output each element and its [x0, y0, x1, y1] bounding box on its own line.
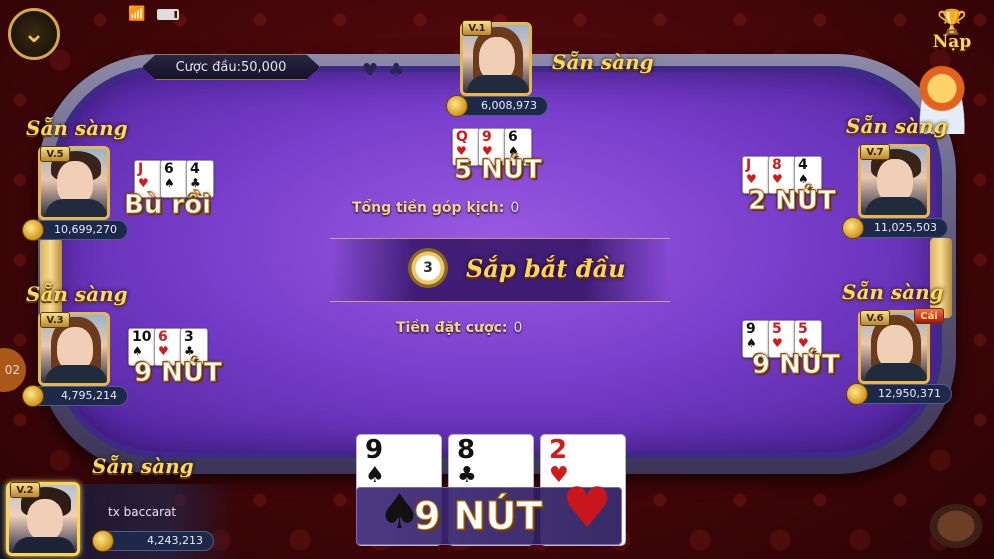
suits-decoration-icon: ♥♣: [362, 60, 415, 81]
player-left-upper-ready-label: Sẵn sàng: [26, 116, 128, 140]
my-result: 9 NÚT: [413, 494, 543, 539]
coin-icon: [92, 530, 114, 552]
deposit-button[interactable]: 🏆 Nạp: [922, 8, 982, 52]
chip-decoration-icon: [926, 501, 986, 551]
card-rank: 9: [482, 129, 492, 145]
my-ready-label: Sẵn sàng: [92, 454, 194, 478]
player-left-lower-result: 9 NÚT: [134, 358, 223, 389]
card-rank: 2: [549, 435, 568, 465]
pot-total-value: 0: [510, 200, 520, 216]
card-suit-icon: ♣: [184, 344, 195, 358]
bet-total: Tiền đặt cược: 0: [396, 320, 522, 336]
player-right-lower-result: 9 NÚT: [752, 350, 841, 381]
player-right-lower-vip-badge: V.6: [860, 310, 890, 326]
card-rank: 5: [798, 321, 808, 337]
card-suit-icon: ♠: [798, 172, 809, 186]
card-suit-icon: ♥: [138, 176, 149, 190]
status-bar: 📶: [128, 6, 180, 22]
player-right-upper-ready-label: Sẵn sàng: [846, 114, 948, 138]
heart-icon: ♥: [562, 476, 613, 541]
pot-total: Tổng tiền góp kịch: 0: [352, 200, 519, 216]
wifi-icon: 📶: [128, 6, 146, 22]
card-suit-icon: ♥: [158, 344, 169, 358]
bet-total-label: Tiền đặt cược:: [396, 320, 508, 336]
card-suit-icon: ♠: [132, 344, 143, 358]
player-left-lower-ready-label: Sẵn sàng: [26, 282, 128, 306]
player-right-upper-result: 2 NÚT: [748, 186, 837, 217]
pot-total-label: Tổng tiền góp kịch:: [352, 200, 505, 216]
card-rank: 4: [798, 157, 808, 173]
card-rank: 5: [772, 321, 782, 337]
card-rank: 8: [457, 435, 476, 465]
coin-icon: [22, 219, 44, 241]
card-suit-icon: ♣: [457, 463, 477, 488]
player-top-vip-badge: V.1: [462, 20, 492, 36]
table-rail-left: [40, 238, 62, 318]
card-suit-icon: ♥: [772, 172, 783, 186]
player-top-result: 5 NÚT: [454, 155, 543, 186]
my-username: tx baccarat: [108, 505, 177, 519]
chevron-down-icon: ⌄: [23, 19, 45, 49]
card-rank: J: [746, 157, 752, 173]
table-rail-right: [930, 238, 952, 318]
card-rank: 6: [164, 161, 174, 177]
player-left-upper-vip-badge: V.5: [40, 146, 70, 162]
card-suit-icon: ♠: [164, 176, 175, 190]
coin-icon: [22, 385, 44, 407]
battery-icon: [157, 9, 180, 20]
player-right-lower-ready-label: Sẵn sàng: [842, 280, 944, 304]
card-suit-icon: ♥: [746, 172, 757, 186]
coin-icon: [846, 383, 868, 405]
coin-icon: [842, 217, 864, 239]
card-rank: 9: [746, 321, 756, 337]
menu-button[interactable]: ⌄: [8, 8, 60, 60]
card-suit-icon: ♥: [772, 336, 783, 350]
player-left-lower-vip-badge: V.3: [40, 312, 70, 328]
player-left-upper-result: Bù rồi: [124, 190, 212, 221]
coin-icon: [446, 95, 468, 117]
card-rank: 8: [772, 157, 782, 173]
card-suit-icon: ♥: [798, 336, 809, 350]
card-rank: Q: [456, 129, 468, 145]
countdown-value: 3: [423, 260, 433, 276]
card-rank: 6: [508, 129, 518, 145]
card-suit-icon: ♣: [190, 176, 201, 190]
alarm-clock-icon: 3: [408, 248, 448, 288]
player-right-upper-vip-badge: V.7: [860, 144, 890, 160]
card-rank: J: [138, 161, 144, 177]
card-rank: 6: [158, 329, 168, 345]
game-status-text: Sắp bắt đầu: [466, 254, 626, 283]
bet-total-value: 0: [513, 320, 523, 336]
card-suit-icon: ♠: [746, 336, 757, 350]
deposit-label: Nạp: [932, 32, 972, 52]
card-rank: 4: [190, 161, 200, 177]
card-rank: 9: [365, 435, 384, 465]
player-top-ready-label: Sẵn sàng: [552, 50, 654, 74]
my-vip-badge: V.2: [10, 482, 40, 498]
card-rank: 3: [184, 329, 194, 345]
dealer-badge: Cái: [914, 308, 944, 324]
starting-bet-label: Cược đầu:50,000: [142, 54, 320, 80]
card-rank: 10: [132, 329, 152, 345]
